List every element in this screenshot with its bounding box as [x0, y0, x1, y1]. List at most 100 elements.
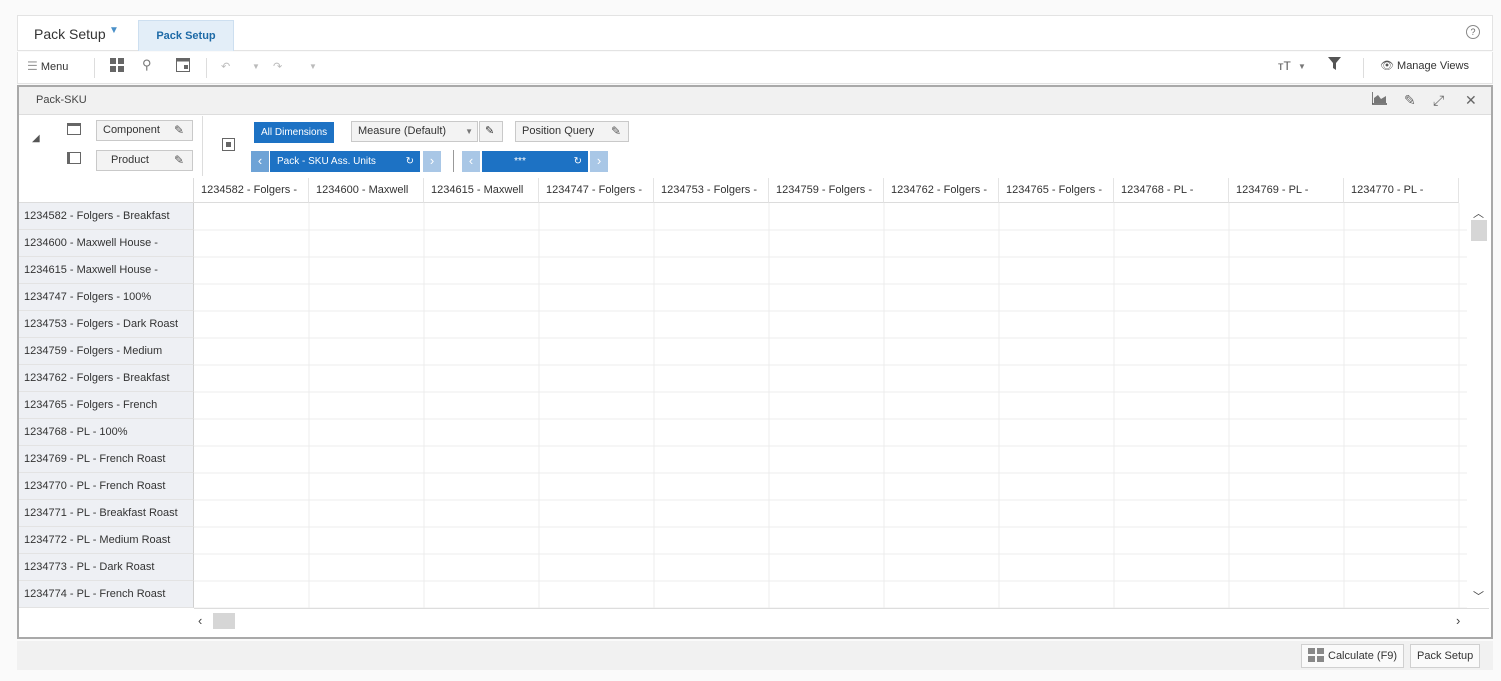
position-next-arrow[interactable]: ›	[590, 151, 608, 172]
row-header[interactable]: 1234600 - Maxwell House -	[19, 230, 194, 257]
layout-controls: ◢ Component ✎ Product ✎ All Dimensions M…	[19, 116, 1491, 178]
column-header[interactable]: 1234759 - Folgers -	[769, 178, 884, 203]
scroll-left-icon[interactable]: ‹	[198, 613, 202, 628]
reset-icon: ↻	[405, 156, 414, 167]
view-title: Pack-SKU	[36, 94, 87, 106]
measure-label: Measure (Default)	[358, 125, 447, 137]
scroll-up-icon[interactable]: ︿	[1473, 205, 1484, 221]
horizontal-scroll-thumb[interactable]	[213, 613, 235, 629]
measure-prev-arrow[interactable]: ‹	[251, 151, 269, 172]
column-header[interactable]: 1234768 - PL -	[1114, 178, 1229, 203]
row-header[interactable]: 1234615 - Maxwell House -	[19, 257, 194, 284]
calculate-button[interactable]: Calculate (F9)	[1301, 644, 1405, 668]
horizontal-scrollbar[interactable]: ‹ ›	[194, 608, 1489, 632]
position-nav-label: ***	[514, 156, 526, 167]
pack-setup-status-label: Pack Setup	[1417, 650, 1474, 662]
measure-layout-icon	[222, 138, 235, 151]
app-window: Pack Setup ▼ Pack Setup ? ☰ Menu ⚲ ↶ ▼ ↷…	[17, 15, 1493, 670]
maximize-icon[interactable]: ⤢	[1433, 92, 1444, 109]
view-header: Pack-SKU ✎ ⤢ ✕	[19, 87, 1491, 115]
app-menu-caret-icon[interactable]: ▼	[109, 25, 119, 36]
position-query-pencil-icon[interactable]: ✎	[611, 124, 621, 138]
column-header[interactable]: 1234769 - PL -	[1229, 178, 1344, 203]
product-edit-pencil-icon[interactable]: ✎	[174, 153, 184, 167]
column-header[interactable]: 1234770 - PL -	[1344, 178, 1459, 203]
menu-icon: ☰	[27, 59, 38, 73]
text-size-dropdown-icon[interactable]: ▼	[1298, 62, 1306, 71]
column-header[interactable]: 1234765 - Folgers -	[999, 178, 1114, 203]
row-header[interactable]: 1234774 - PL - French Roast	[19, 581, 194, 608]
row-header[interactable]: 1234769 - PL - French Roast	[19, 446, 194, 473]
measure-next-arrow[interactable]: ›	[423, 151, 441, 172]
redo-icon[interactable]: ↷	[273, 60, 282, 73]
app-title[interactable]: Pack Setup	[34, 26, 106, 42]
measure-nav-value[interactable]: Pack - SKU Ass. Units ↻	[270, 151, 420, 172]
row-header[interactable]: 1234759 - Folgers - Medium	[19, 338, 194, 365]
pack-setup-status-button[interactable]: Pack Setup	[1410, 644, 1481, 668]
column-header[interactable]: 1234747 - Folgers -	[539, 178, 654, 203]
component-label: Component	[103, 124, 160, 136]
reset-icon: ↻	[573, 156, 582, 167]
all-dimensions-button[interactable]: All Dimensions	[254, 122, 335, 143]
tab-bar: Pack Setup ▼ Pack Setup ?	[17, 15, 1493, 51]
column-header[interactable]: 1234615 - Maxwell	[424, 178, 539, 203]
vertical-scroll-thumb[interactable]	[1471, 220, 1487, 241]
collapse-triangle-icon[interactable]: ◢	[32, 133, 40, 144]
controls-divider	[202, 116, 203, 176]
measure-edit-button[interactable]: ✎	[479, 121, 503, 142]
grid-cells	[194, 203, 1467, 609]
position-query-label: Position Query	[522, 125, 595, 137]
product-label: Product	[111, 154, 149, 166]
menu-label: Menu	[40, 61, 69, 73]
column-header[interactable]: 1234600 - Maxwell	[309, 178, 424, 203]
menu-button[interactable]: ☰ Menu	[27, 59, 68, 73]
measure-edit-pencil-icon: ✎	[485, 125, 495, 137]
chart-icon[interactable]	[1371, 92, 1387, 108]
toolbar-divider	[206, 58, 207, 78]
column-header[interactable]: 1234753 - Folgers -	[654, 178, 769, 203]
row-header[interactable]: 1234772 - PL - Medium Roast	[19, 527, 194, 554]
undo-icon[interactable]: ↶	[221, 60, 230, 73]
search-icon[interactable]: ⚲	[142, 57, 152, 73]
data-grid: 1234582 - Folgers -1234600 - Maxwell 1234…	[19, 178, 1491, 637]
toolbar-divider	[1363, 58, 1364, 78]
layout-grid-icon[interactable]	[110, 58, 124, 75]
chevron-down-icon: ▼	[465, 127, 473, 136]
toolbar-divider	[94, 58, 95, 78]
filter-icon[interactable]	[1328, 57, 1341, 73]
tab-pack-setup[interactable]: Pack Setup	[138, 20, 234, 51]
row-header[interactable]: 1234582 - Folgers - Breakfast	[19, 203, 194, 230]
redo-dropdown-icon[interactable]: ▼	[309, 62, 317, 71]
calculate-icon	[1308, 648, 1324, 662]
row-header[interactable]: 1234771 - PL - Breakfast Roast	[19, 500, 194, 527]
undo-dropdown-icon[interactable]: ▼	[252, 62, 260, 71]
component-edit-pencil-icon[interactable]: ✎	[174, 123, 184, 137]
measure-dropdown[interactable]: Measure (Default) ▼	[351, 121, 478, 142]
row-header[interactable]: 1234773 - PL - Dark Roast	[19, 554, 194, 581]
row-header[interactable]: 1234753 - Folgers - Dark Roast	[19, 311, 194, 338]
position-nav-value[interactable]: *** ↻	[482, 151, 588, 172]
scroll-down-icon[interactable]: ﹀	[1473, 588, 1484, 604]
column-header[interactable]: 1234762 - Folgers -	[884, 178, 999, 203]
row-header[interactable]: 1234747 - Folgers - 100%	[19, 284, 194, 311]
row-header[interactable]: 1234762 - Folgers - Breakfast	[19, 365, 194, 392]
close-icon[interactable]: ✕	[1465, 92, 1477, 109]
manage-views-label: Manage Views	[1397, 60, 1469, 72]
help-icon[interactable]: ?	[1466, 25, 1480, 39]
text-size-icon[interactable]: тT	[1278, 59, 1291, 73]
position-prev-arrow[interactable]: ‹	[462, 151, 480, 172]
pack-sku-view: Pack-SKU ✎ ⤢ ✕ ◢ Component ✎ Product ✎ A…	[17, 85, 1493, 639]
manage-views-button[interactable]: 👁︎ Manage Views	[1380, 59, 1469, 72]
column-layout-icon	[67, 152, 81, 164]
scroll-right-icon[interactable]: ›	[1456, 613, 1460, 628]
save-view-icon[interactable]	[176, 58, 190, 75]
column-header[interactable]: 1234582 - Folgers -	[194, 178, 309, 203]
row-header[interactable]: 1234765 - Folgers - French	[19, 392, 194, 419]
row-header[interactable]: 1234768 - PL - 100%	[19, 419, 194, 446]
row-layout-icon	[67, 123, 81, 135]
nav-divider	[453, 150, 454, 172]
row-header[interactable]: 1234770 - PL - French Roast	[19, 473, 194, 500]
measure-nav-label: Pack - SKU Ass. Units	[277, 156, 376, 167]
edit-pencil-icon[interactable]: ✎	[1404, 92, 1416, 109]
vertical-scrollbar[interactable]: ︿ ﹀	[1467, 203, 1489, 608]
